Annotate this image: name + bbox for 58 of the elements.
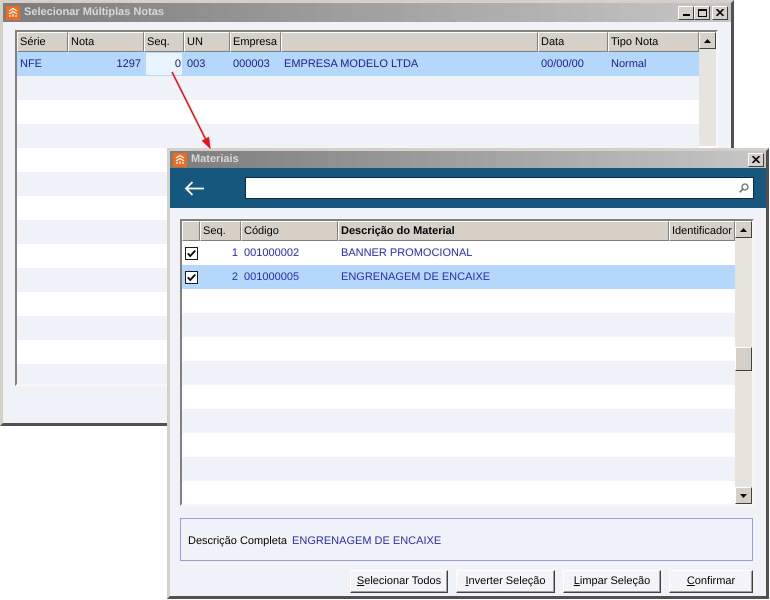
table-cell: 0 xyxy=(146,53,182,75)
table-cell-text: 003 xyxy=(186,56,206,72)
close-button[interactable] xyxy=(712,6,728,20)
maximize-icon xyxy=(698,8,706,16)
app-logo-icon xyxy=(173,152,187,166)
column-header[interactable] xyxy=(281,32,538,52)
table-row[interactable]: NFE 1297 0 003 000003 EMPRESA MODELO LTDA 00/00/00 Normal xyxy=(17,52,699,76)
table-cell-text: 00/00/00 xyxy=(540,56,585,72)
table-cell-text: 1 xyxy=(232,246,238,261)
column-header[interactable]: Série xyxy=(17,32,68,52)
action-button[interactable]: Limpar Seleção xyxy=(563,570,661,593)
maximize-button[interactable] xyxy=(694,6,710,20)
search-icon xyxy=(739,183,749,193)
action-button[interactable]: Selecionar Todos xyxy=(350,570,448,593)
table-cell-text: BANNER PROMOCIONAL xyxy=(341,246,472,261)
window-title: Materiais xyxy=(191,152,239,168)
table-cell-text: 000003 xyxy=(232,56,271,72)
table-cell-text: ENGRENAGEM DE ENCAIXE xyxy=(341,270,490,285)
table-cell-text: Normal xyxy=(610,56,648,72)
column-header[interactable]: Descrição do Material xyxy=(338,221,669,241)
up-triangle-icon xyxy=(740,228,747,232)
column-header[interactable]: Identificador xyxy=(669,221,735,241)
checkbox[interactable] xyxy=(184,246,198,260)
scroll-thumb[interactable] xyxy=(735,347,752,371)
table-cell-text: EMPRESA MODELO LTDA xyxy=(283,56,420,72)
table-cell-text: 1297 xyxy=(116,56,142,72)
table-cell-text: 2 xyxy=(232,270,238,285)
checkbox[interactable] xyxy=(184,270,198,284)
up-triangle-icon xyxy=(704,38,711,42)
down-triangle-icon xyxy=(740,494,747,498)
scroll-down-button[interactable] xyxy=(735,487,752,504)
back-arrow-icon xyxy=(184,180,204,196)
table-cell-text: 001000002 xyxy=(244,246,300,261)
table-cell-text: 001000005 xyxy=(244,270,300,285)
scroll-up-button[interactable] xyxy=(735,221,752,238)
column-header[interactable]: Empresa xyxy=(230,32,281,52)
column-header[interactable]: Seq. xyxy=(144,32,184,52)
column-header[interactable]: Código xyxy=(241,221,338,241)
detail-value: ENGRENAGEM DE ENCAIXE xyxy=(292,534,442,550)
search-field[interactable] xyxy=(245,177,754,199)
table-cell-text: NFE xyxy=(19,56,43,72)
action-button[interactable]: Confirmar xyxy=(669,570,753,593)
column-header[interactable] xyxy=(182,221,200,241)
close-button[interactable] xyxy=(748,152,764,166)
close-icon xyxy=(716,9,724,16)
window-title: Selecionar Múltiplas Notas xyxy=(24,5,164,20)
column-header[interactable]: Nota xyxy=(68,32,144,52)
column-header[interactable]: Data xyxy=(538,32,608,52)
column-header[interactable]: Seq. xyxy=(200,221,241,241)
close-icon xyxy=(752,156,760,163)
app-logo-icon xyxy=(6,6,20,20)
table-row[interactable]: 2 001000005 ENGRENAGEM DE ENCAIXE xyxy=(182,265,735,289)
action-button[interactable]: Inverter Seleção xyxy=(456,570,555,593)
detail-label: Descrição Completa xyxy=(188,534,288,550)
column-header[interactable]: UN xyxy=(184,32,230,52)
minimize-button[interactable] xyxy=(678,6,694,20)
scroll-up-button[interactable] xyxy=(699,32,716,49)
column-header[interactable]: Tipo Nota xyxy=(608,32,699,52)
